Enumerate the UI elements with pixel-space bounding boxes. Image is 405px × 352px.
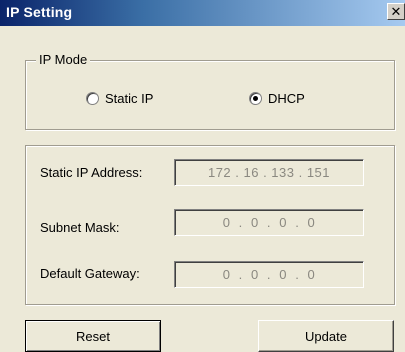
subnet-mask-label: Subnet Mask: — [40, 220, 120, 235]
subnet-mask-field[interactable]: 0 . 0 . 0 . 0 — [174, 209, 364, 236]
static-ip-radio[interactable]: Static IP — [86, 91, 153, 106]
dhcp-radio[interactable]: DHCP — [249, 91, 305, 106]
default-gateway-field[interactable]: 0 . 0 . 0 . 0 — [174, 261, 364, 288]
close-icon: ✕ — [390, 4, 402, 19]
radio-checked-icon — [249, 92, 262, 105]
window-title: IP Setting — [6, 4, 73, 20]
ip-mode-legend: IP Mode — [36, 52, 91, 67]
default-gateway-label: Default Gateway: — [40, 266, 140, 281]
dhcp-radio-label: DHCP — [268, 91, 305, 106]
static-ip-radio-label: Static IP — [105, 91, 154, 106]
static-ip-field[interactable]: 172 . 16 . 133 . 151 — [174, 159, 364, 186]
close-button[interactable]: ✕ — [387, 3, 405, 20]
title-bar[interactable]: IP Setting ✕ — [0, 0, 405, 26]
ip-setting-dialog: IP Setting ✕ IP Mode Static IP DHCP Stat… — [0, 0, 405, 352]
reset-button[interactable]: Reset — [25, 320, 161, 352]
ip-address-group: Static IP Address: 172 . 16 . 133 . 151 … — [25, 145, 395, 305]
update-button[interactable]: Update — [258, 320, 394, 352]
static-ip-label: Static IP Address: — [40, 165, 143, 180]
ip-mode-group: IP Mode Static IP DHCP — [25, 52, 395, 130]
radio-unchecked-icon — [86, 92, 99, 105]
